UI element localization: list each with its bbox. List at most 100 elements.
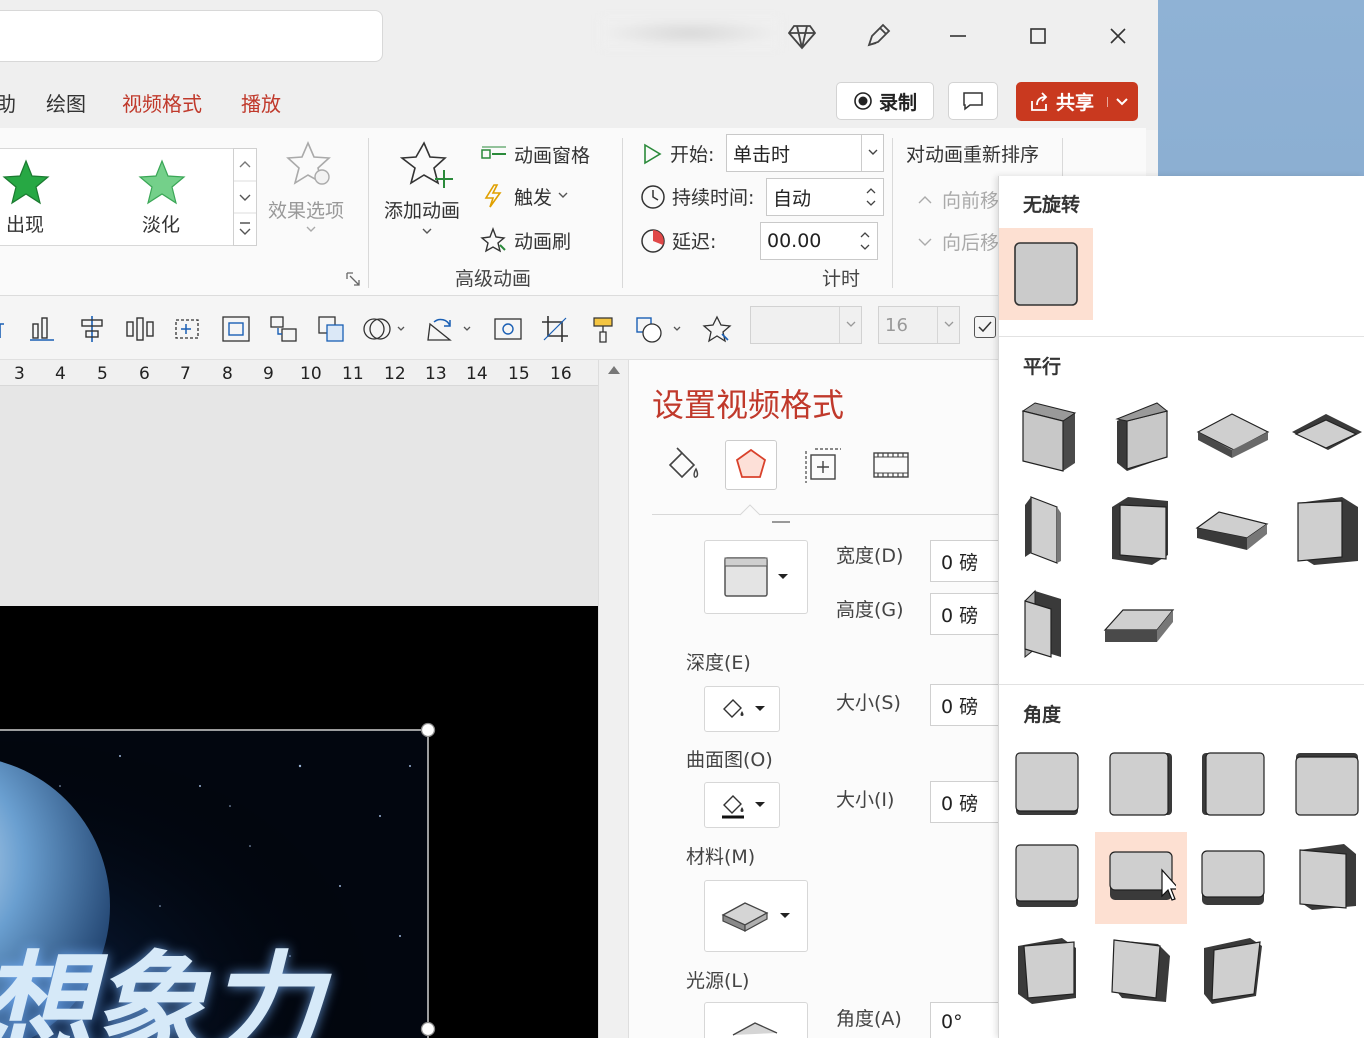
video-frame-icon[interactable] xyxy=(492,314,524,344)
search-input[interactable] xyxy=(0,10,383,62)
preset-parallel-4[interactable] xyxy=(1289,398,1364,474)
dialog-launcher-icon[interactable] xyxy=(346,272,360,286)
depth-color-button[interactable] xyxy=(704,686,780,732)
start-select[interactable]: 单击时 xyxy=(726,134,884,172)
close-icon[interactable] xyxy=(1102,20,1134,52)
section-no-rotation: 无旋转 xyxy=(1023,194,1081,216)
comments-button[interactable] xyxy=(948,82,998,120)
diamond-icon[interactable] xyxy=(786,20,818,52)
rotate-icon[interactable] xyxy=(424,314,471,344)
width-label: 宽度(D) xyxy=(836,545,904,567)
material-button[interactable] xyxy=(704,880,808,952)
lighting-button[interactable] xyxy=(704,1002,808,1038)
chevron-down-icon xyxy=(306,226,316,234)
preset-parallel-1[interactable] xyxy=(1009,398,1085,474)
contour-color-button[interactable] xyxy=(704,782,780,828)
minimize-icon[interactable] xyxy=(942,20,974,52)
animation-painter-label: 动画刷 xyxy=(514,230,572,253)
chevron-up-icon xyxy=(918,195,932,205)
preset-parallel-8[interactable] xyxy=(1289,492,1364,568)
resize-handle[interactable] xyxy=(420,1021,436,1037)
tab-partial[interactable]: 助 xyxy=(0,88,16,117)
preset-angle-7[interactable] xyxy=(1195,838,1271,914)
delay-spinner[interactable]: 00.00 xyxy=(760,222,878,260)
preset-angle-9[interactable] xyxy=(1009,932,1085,1008)
material-preview-icon xyxy=(721,899,771,933)
preset-angle-2[interactable] xyxy=(1103,746,1179,822)
preset-angle-10[interactable] xyxy=(1103,932,1179,1008)
trigger-label: 触发 xyxy=(514,186,553,209)
angle-input[interactable]: 0° xyxy=(930,1002,1000,1038)
fill-icon[interactable] xyxy=(656,440,708,490)
preset-angle-5[interactable] xyxy=(1009,838,1085,914)
spinner-arrows-icon[interactable] xyxy=(865,184,877,210)
duration-label: 持续时间: xyxy=(672,187,755,209)
ruler-tick: 16 xyxy=(550,364,572,384)
animation-pane-button[interactable]: 动画窗格 xyxy=(480,140,610,168)
chevron-down-icon xyxy=(918,237,932,247)
maximize-icon[interactable] xyxy=(1022,20,1054,52)
format-painter-icon[interactable] xyxy=(588,314,620,344)
preset-angle-11[interactable] xyxy=(1195,932,1271,1008)
preset-parallel-5[interactable] xyxy=(1009,492,1085,568)
merge-shapes-icon[interactable] xyxy=(362,314,405,344)
pen-icon[interactable] xyxy=(862,20,894,52)
width-input[interactable]: 0 磅 xyxy=(930,540,1000,582)
preset-parallel-6[interactable] xyxy=(1103,492,1179,568)
resize-handle[interactable] xyxy=(420,722,436,738)
depth-size-input[interactable]: 0 磅 xyxy=(930,684,1000,726)
bring-forward-icon[interactable] xyxy=(316,314,348,344)
share-chevron-icon[interactable] xyxy=(1107,96,1128,107)
animation-appear-label: 出现 xyxy=(6,214,45,236)
partial-icon[interactable] xyxy=(0,314,26,344)
start-label-row: 开始: xyxy=(640,140,714,167)
preset-parallel-9[interactable] xyxy=(1009,586,1085,662)
contour-size-input[interactable]: 0 磅 xyxy=(930,781,1000,823)
depth-label: 深度(E) xyxy=(686,652,751,674)
shape-effects-icon[interactable] xyxy=(634,314,681,344)
star-effect-icon[interactable] xyxy=(702,314,734,344)
effects-icon[interactable] xyxy=(725,440,777,490)
preset-angle-1[interactable] xyxy=(1009,746,1085,822)
duration-spinner[interactable]: 自动 xyxy=(766,178,884,216)
preset-angle-4[interactable] xyxy=(1289,746,1364,822)
record-button[interactable]: 录制 xyxy=(836,82,934,120)
select-pane-icon[interactable] xyxy=(172,314,204,344)
preset-angle-8[interactable] xyxy=(1289,838,1364,914)
font-size-value: 16 xyxy=(885,314,908,336)
align-center-icon[interactable] xyxy=(76,314,108,344)
preset-angle-3[interactable] xyxy=(1195,746,1271,822)
crop-icon[interactable] xyxy=(540,314,572,344)
add-animation-button[interactable]: 添加动画 xyxy=(384,140,468,250)
distribute-icon[interactable] xyxy=(124,314,156,344)
move-earlier-button[interactable]: 向前移 xyxy=(918,186,999,213)
tab-video-format[interactable]: 视频格式 xyxy=(122,88,202,117)
preset-parallel-3[interactable] xyxy=(1195,398,1271,474)
height-input[interactable]: 0 磅 xyxy=(930,593,1000,635)
checkbox[interactable] xyxy=(974,316,996,338)
move-later-button[interactable]: 向后移 xyxy=(918,228,999,255)
effect-options-button[interactable]: 效果选项 xyxy=(268,140,352,250)
vertical-scrollbar[interactable] xyxy=(598,360,628,1038)
preset-parallel-2[interactable] xyxy=(1103,398,1179,474)
font-select[interactable] xyxy=(750,306,862,344)
spinner-arrows-icon[interactable] xyxy=(859,228,871,254)
group-icon[interactable] xyxy=(220,314,252,344)
collapse-indicator xyxy=(772,521,790,523)
animation-painter-button[interactable]: 动画刷 xyxy=(480,226,610,254)
tab-draw[interactable]: 绘图 xyxy=(46,88,86,117)
tab-playback[interactable]: 播放 xyxy=(241,88,281,117)
arrange-icon[interactable] xyxy=(268,314,300,344)
font-size-select[interactable]: 16 xyxy=(878,306,960,344)
preset-no-rotation[interactable] xyxy=(999,228,1093,320)
preset-angle-6-selected[interactable] xyxy=(1095,832,1187,924)
gallery-scroll[interactable] xyxy=(233,148,257,246)
align-bottom-icon[interactable] xyxy=(26,314,58,344)
preset-parallel-7[interactable] xyxy=(1195,492,1271,568)
size-icon[interactable] xyxy=(795,440,847,490)
trigger-button[interactable]: 触发 xyxy=(480,182,610,210)
share-button[interactable]: 共享 xyxy=(1016,82,1138,121)
preset-parallel-10[interactable] xyxy=(1103,586,1179,662)
video-icon[interactable] xyxy=(865,440,917,490)
bevel-top-button[interactable] xyxy=(704,540,808,614)
